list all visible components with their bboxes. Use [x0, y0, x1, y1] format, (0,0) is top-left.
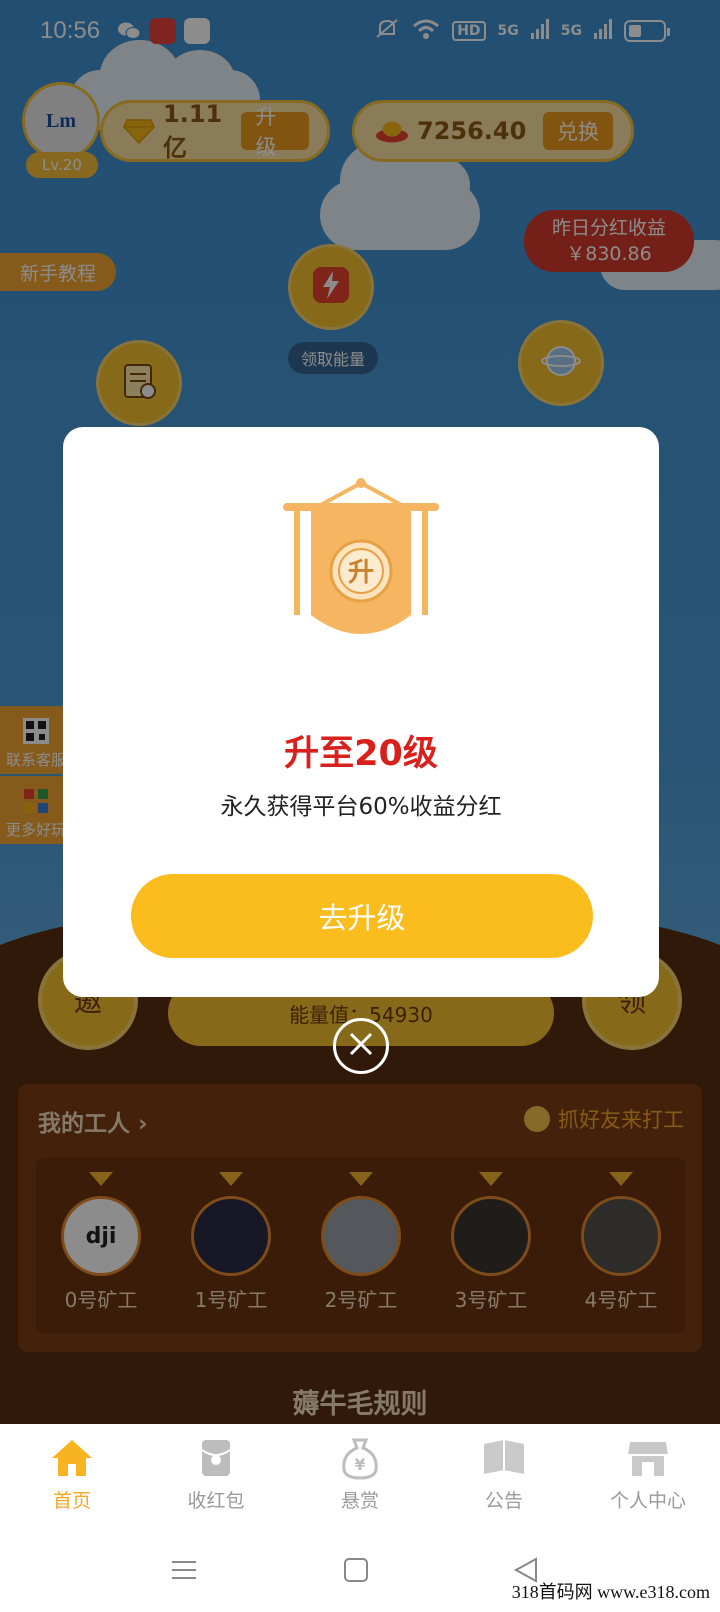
tab-reward[interactable]: ¥ 悬赏	[288, 1424, 432, 1536]
tab-profile[interactable]: 个人中心	[576, 1424, 720, 1536]
close-dialog-button[interactable]	[333, 1018, 389, 1074]
tab-home[interactable]: 首页	[0, 1424, 144, 1536]
banner-icon: 升	[281, 475, 441, 655]
home-square-icon[interactable]	[342, 1556, 370, 1588]
tab-label: 个人中心	[609, 1490, 686, 1512]
bottom-tab-bar: 首页 收红包 ¥ 悬赏 公告 个人中心	[0, 1424, 720, 1536]
upgrade-dialog: 升 升至20级 永久获得平台60%收益分红 去升级	[63, 427, 659, 997]
system-nav-bar: 318首码网 www.e318.com	[0, 1536, 720, 1612]
tab-announcement[interactable]: 公告	[432, 1424, 576, 1536]
close-icon	[347, 1030, 375, 1062]
store-icon	[626, 1436, 670, 1480]
banner-char: 升	[348, 558, 374, 588]
watermark-text: 318首码网 www.e318.com	[511, 1582, 710, 1602]
tab-red-packet[interactable]: 收红包	[144, 1424, 288, 1536]
tab-label: 收红包	[187, 1490, 245, 1512]
red-packet-icon	[194, 1436, 238, 1480]
dialog-title: 升至20级	[284, 734, 438, 774]
go-upgrade-button[interactable]: 去升级	[131, 874, 593, 958]
home-icon	[50, 1436, 94, 1480]
announcement-icon	[482, 1436, 526, 1480]
tab-label: 公告	[484, 1490, 523, 1512]
tab-label: 悬赏	[340, 1490, 379, 1512]
svg-text:¥: ¥	[354, 1455, 365, 1474]
menu-icon[interactable]	[170, 1556, 198, 1588]
money-bag-icon: ¥	[338, 1436, 382, 1480]
tab-label: 首页	[52, 1490, 91, 1512]
dialog-description: 永久获得平台60%收益分红	[220, 794, 502, 820]
